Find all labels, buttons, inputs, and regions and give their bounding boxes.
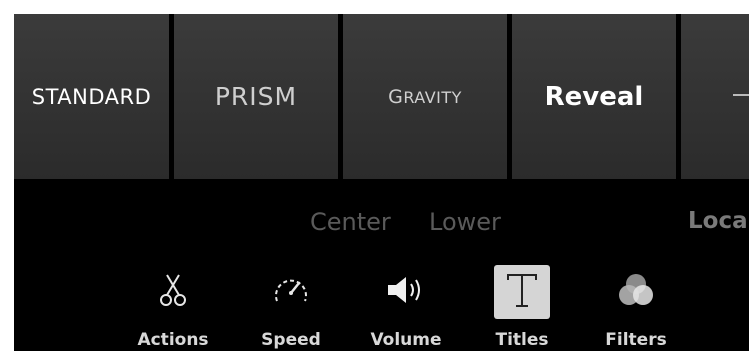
- position-lower[interactable]: Lower: [429, 208, 501, 236]
- speedometer-icon: [271, 273, 311, 311]
- position-location[interactable]: Loca: [688, 208, 748, 234]
- title-style-gravity[interactable]: GRAVITY: [343, 14, 507, 179]
- volume-label: Volume: [370, 330, 442, 350]
- titles-button[interactable]: Titles: [467, 265, 577, 351]
- title-style-reveal[interactable]: Reveal: [512, 14, 676, 179]
- title-style-preview-line: [733, 94, 749, 96]
- title-style-label: PRISM: [214, 82, 298, 111]
- actions-button[interactable]: Actions: [118, 266, 228, 351]
- title-style-prism[interactable]: PRISM: [174, 14, 338, 179]
- title-style-label: Reveal: [544, 81, 644, 112]
- left-border: [0, 0, 14, 351]
- actions-label: Actions: [137, 330, 209, 350]
- titles-selected-bg: [494, 265, 550, 319]
- filters-button[interactable]: Filters: [581, 266, 691, 351]
- filters-label: Filters: [605, 330, 667, 350]
- position-center[interactable]: Center: [310, 208, 391, 236]
- title-style-partial[interactable]: [681, 14, 749, 179]
- top-border: [0, 0, 749, 14]
- speaker-icon: [384, 273, 428, 311]
- speed-label: Speed: [261, 330, 321, 350]
- volume-button[interactable]: Volume: [351, 266, 461, 351]
- title-style-standard[interactable]: STANDARD: [14, 14, 169, 179]
- scissors-icon: [158, 273, 188, 311]
- text-t-icon: [504, 270, 540, 314]
- title-style-label: STANDARD: [31, 84, 152, 109]
- video-editor-panel: STANDARD PRISM GRAVITY Reveal Center Low…: [0, 0, 749, 351]
- speed-button[interactable]: Speed: [236, 266, 346, 351]
- title-style-label: GRAVITY: [388, 85, 462, 108]
- filters-icon: [614, 272, 658, 312]
- titles-label: Titles: [495, 330, 549, 350]
